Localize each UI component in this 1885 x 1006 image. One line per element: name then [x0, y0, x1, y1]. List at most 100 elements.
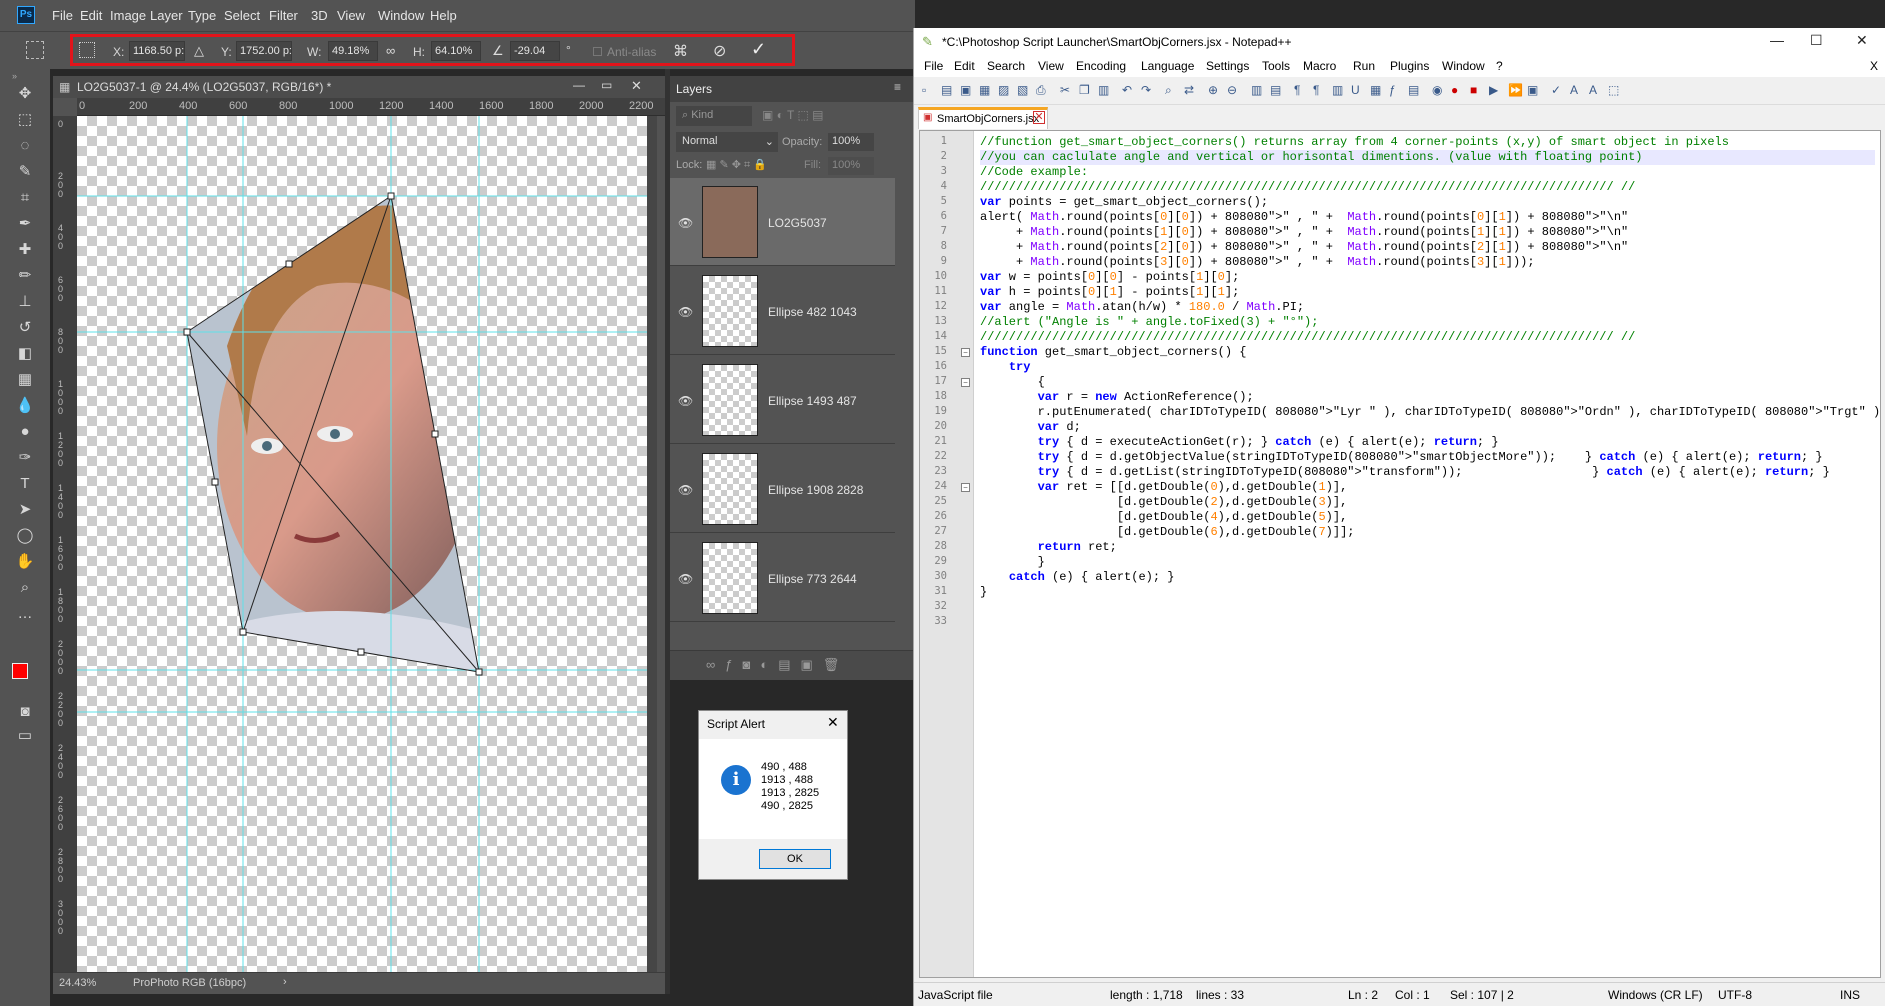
menu-window[interactable]: Window — [378, 8, 424, 23]
extra-icon[interactable]: ⬚ — [1608, 83, 1624, 99]
stop-macro-icon[interactable]: ■ — [1470, 83, 1486, 99]
menu-encoding[interactable]: Encoding — [1076, 59, 1126, 73]
pen-tool-icon[interactable]: ✑ — [13, 447, 37, 469]
minimize-icon[interactable]: — — [1770, 32, 1784, 48]
doc-map-icon[interactable]: ▦ — [1370, 83, 1386, 99]
canvas-area[interactable] — [77, 116, 657, 984]
eyedropper-tool-icon[interactable]: ✒ — [13, 213, 37, 235]
healing-tool-icon[interactable]: ✚ — [13, 239, 37, 261]
menu-edit[interactable]: Edit — [954, 59, 975, 73]
replace-icon[interactable]: ⇄ — [1184, 83, 1200, 99]
menu-file[interactable]: File — [924, 59, 943, 73]
menu-search[interactable]: Search — [987, 59, 1025, 73]
undo-icon[interactable]: ↶ — [1122, 83, 1138, 99]
code-line[interactable]: var w = points[0][0] - points[1][0]; — [980, 270, 1875, 285]
w-field[interactable]: 49.18% — [328, 41, 378, 61]
menu-help[interactable]: ? — [1496, 59, 1503, 73]
code-line[interactable]: + Math.round(points[1][0]) + 808080">" ,… — [980, 225, 1875, 240]
maximize-doc-icon[interactable]: ▭ — [601, 78, 612, 92]
code-line[interactable]: ////////////////////////////////////////… — [980, 330, 1875, 345]
udl-icon[interactable]: U — [1351, 83, 1367, 99]
code-line[interactable]: try { d = executeActionGet(r); } catch (… — [980, 435, 1875, 450]
code-line[interactable]: var d; — [980, 420, 1875, 435]
code-line[interactable] — [980, 615, 1875, 630]
redo-icon[interactable]: ↷ — [1141, 83, 1157, 99]
file-tab[interactable]: ▣ SmartObjCorners.jsx ✕ — [918, 107, 1048, 129]
close-icon[interactable]: ▨ — [998, 83, 1014, 99]
sync-v-icon[interactable]: ▥ — [1251, 83, 1267, 99]
kind-filter[interactable]: ⌕ Kind — [676, 106, 752, 126]
print-icon[interactable]: ⎙ — [1036, 83, 1052, 99]
code-line[interactable]: //function get_smart_object_corners() re… — [980, 135, 1875, 150]
opacity-field[interactable]: 100% — [828, 133, 874, 151]
menu-3d[interactable]: 3D — [311, 8, 328, 23]
alert-close-icon[interactable]: ✕ — [827, 714, 839, 731]
fold-toggle-icon[interactable]: − — [961, 348, 970, 357]
code-line[interactable]: } — [980, 555, 1875, 570]
visibility-eye-icon[interactable]: 👁 — [678, 394, 694, 408]
visibility-eye-icon[interactable]: 👁 — [678, 216, 694, 230]
layer-row[interactable]: 👁 Ellipse 1493 487 — [670, 356, 895, 444]
menu-file[interactable]: File — [52, 8, 73, 23]
save-macro-icon[interactable]: ▣ — [1527, 83, 1543, 99]
spellcheck-auto-icon[interactable]: A — [1570, 83, 1586, 99]
foreground-color-swatch[interactable] — [12, 663, 28, 679]
lock-icons[interactable]: ▦ ✎ ✥ ⌗ 🔒 — [706, 158, 767, 172]
code-line[interactable]: try { d = d.getObjectValue(stringIDToTyp… — [980, 450, 1875, 465]
menu-edit[interactable]: Edit — [80, 8, 102, 23]
reference-point-icon[interactable] — [79, 42, 95, 58]
code-line[interactable]: } — [980, 585, 1875, 600]
angle-field[interactable]: -29.04 — [510, 41, 560, 61]
word-wrap-icon[interactable]: ¶ — [1294, 83, 1310, 99]
code-line[interactable]: [d.getDouble(2),d.getDouble(3)], — [980, 495, 1875, 510]
close-icon[interactable]: ✕ — [1856, 32, 1868, 49]
more-tools-icon[interactable]: … — [13, 603, 37, 625]
save-icon[interactable]: ▣ — [960, 83, 976, 99]
link-icon[interactable]: ∞ — [386, 43, 395, 58]
code-line[interactable]: try — [980, 360, 1875, 375]
path-select-icon[interactable]: ➤ — [13, 499, 37, 521]
layer-row[interactable]: 👁 Ellipse 482 1043 — [670, 267, 895, 355]
menu-view[interactable]: View — [337, 8, 365, 23]
minimize-doc-icon[interactable]: — — [573, 78, 585, 92]
cut-icon[interactable]: ✂ — [1060, 83, 1076, 99]
close-all-icon[interactable]: ▧ — [1017, 83, 1033, 99]
eraser-tool-icon[interactable]: ◧ — [13, 343, 37, 365]
code-line[interactable]: + Math.round(points[2][0]) + 808080">" ,… — [980, 240, 1875, 255]
monitor-icon[interactable]: ◉ — [1432, 83, 1448, 99]
zoom-tool-icon[interactable]: ⌕ — [13, 577, 37, 599]
dodge-tool-icon[interactable]: ● — [13, 421, 37, 443]
find-icon[interactable]: ⌕ — [1165, 83, 1181, 99]
code-line[interactable]: r.putEnumerated( charIDToTypeID( 808080"… — [980, 405, 1881, 420]
run-macro-multiple-icon[interactable]: ⏩ — [1508, 83, 1524, 99]
panel-menu-icon[interactable]: ≡ — [894, 80, 901, 94]
code-line[interactable]: var h = points[0][1] - points[1][1]; — [980, 285, 1875, 300]
fold-toggle-icon[interactable]: − — [961, 378, 970, 387]
gradient-tool-icon[interactable]: ▦ — [13, 369, 37, 391]
menu-filter[interactable]: Filter — [269, 8, 298, 23]
save-all-icon[interactable]: ▦ — [979, 83, 995, 99]
menu-window[interactable]: Window — [1442, 59, 1485, 73]
x-field[interactable]: 1168.50 p: — [129, 41, 185, 61]
menu-run[interactable]: Run — [1353, 59, 1375, 73]
fill-field[interactable]: 100% — [828, 157, 874, 175]
tab-close-icon[interactable]: ✕ — [1033, 111, 1045, 124]
code-line[interactable]: var ret = [[d.getDouble(0),d.getDouble(1… — [980, 480, 1875, 495]
zoom-in-icon[interactable]: ⊕ — [1208, 83, 1224, 99]
menu-layer[interactable]: Layer — [150, 8, 183, 23]
visibility-eye-icon[interactable]: 👁 — [678, 483, 694, 497]
history-brush-icon[interactable]: ↺ — [13, 317, 37, 339]
code-line[interactable]: //you can caclulate angle and vertical o… — [980, 150, 1875, 165]
menu-select[interactable]: Select — [224, 8, 260, 23]
brush-tool-icon[interactable]: ✏ — [13, 265, 37, 287]
code-line[interactable]: //alert ("Angle is " + angle.toFixed(3) … — [980, 315, 1875, 330]
function-list-icon[interactable]: ƒ — [1389, 83, 1405, 99]
layer-row[interactable]: 👁 LO2G5037 — [670, 178, 895, 266]
record-macro-icon[interactable]: ● — [1451, 83, 1467, 99]
ellipse-tool-icon[interactable]: ◯ — [13, 525, 37, 547]
antialias-checkbox[interactable] — [593, 47, 602, 56]
visibility-eye-icon[interactable]: 👁 — [678, 305, 694, 319]
code-line[interactable] — [980, 600, 1875, 615]
code-line[interactable]: [d.getDouble(4),d.getDouble(5)], — [980, 510, 1875, 525]
zoom-out-icon[interactable]: ⊖ — [1227, 83, 1243, 99]
